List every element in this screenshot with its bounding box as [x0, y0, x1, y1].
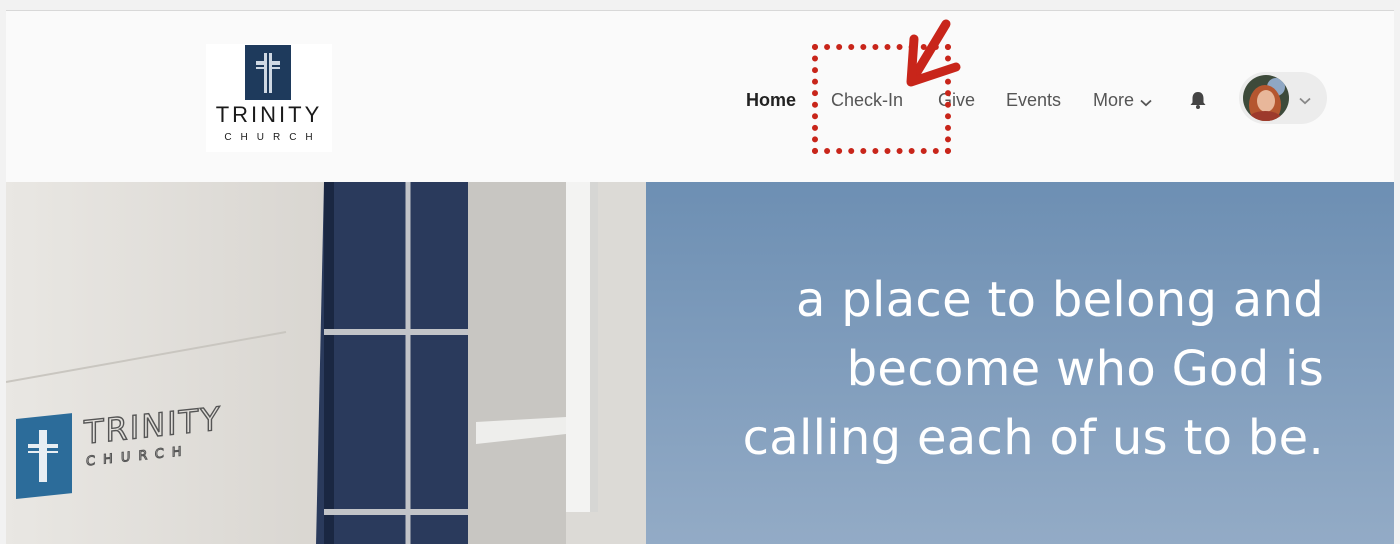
site-header: TRINITY CHURCH Home Check-In Give Events… [6, 11, 1394, 182]
annotation-arrow-icon [894, 11, 1004, 114]
hero-line: a place to belong and [796, 272, 1324, 328]
user-menu-button[interactable] [1239, 72, 1327, 124]
main-navigation: Home Check-In Give Events More [6, 87, 1394, 113]
nav-events[interactable]: Events [1006, 87, 1061, 113]
hero-line: become who God is [846, 341, 1324, 397]
logo-subtitle: CHURCH [224, 132, 322, 143]
avatar [1243, 75, 1289, 121]
nav-more[interactable]: More [1093, 87, 1152, 113]
browser-viewport: TRINITY CHURCH Home Check-In Give Events… [6, 10, 1394, 544]
nav-home[interactable]: Home [746, 87, 796, 113]
chevron-down-icon [1140, 88, 1152, 114]
hero-banner: TRINITY CHURCH a place to belong and bec… [6, 182, 1394, 544]
bell-icon[interactable] [1187, 89, 1209, 111]
hero-tagline: a place to belong and become who God is … [684, 266, 1324, 473]
chevron-down-icon [1299, 92, 1311, 110]
hero-line: calling each of us to be. [742, 410, 1324, 466]
nav-more-label: More [1093, 90, 1135, 110]
